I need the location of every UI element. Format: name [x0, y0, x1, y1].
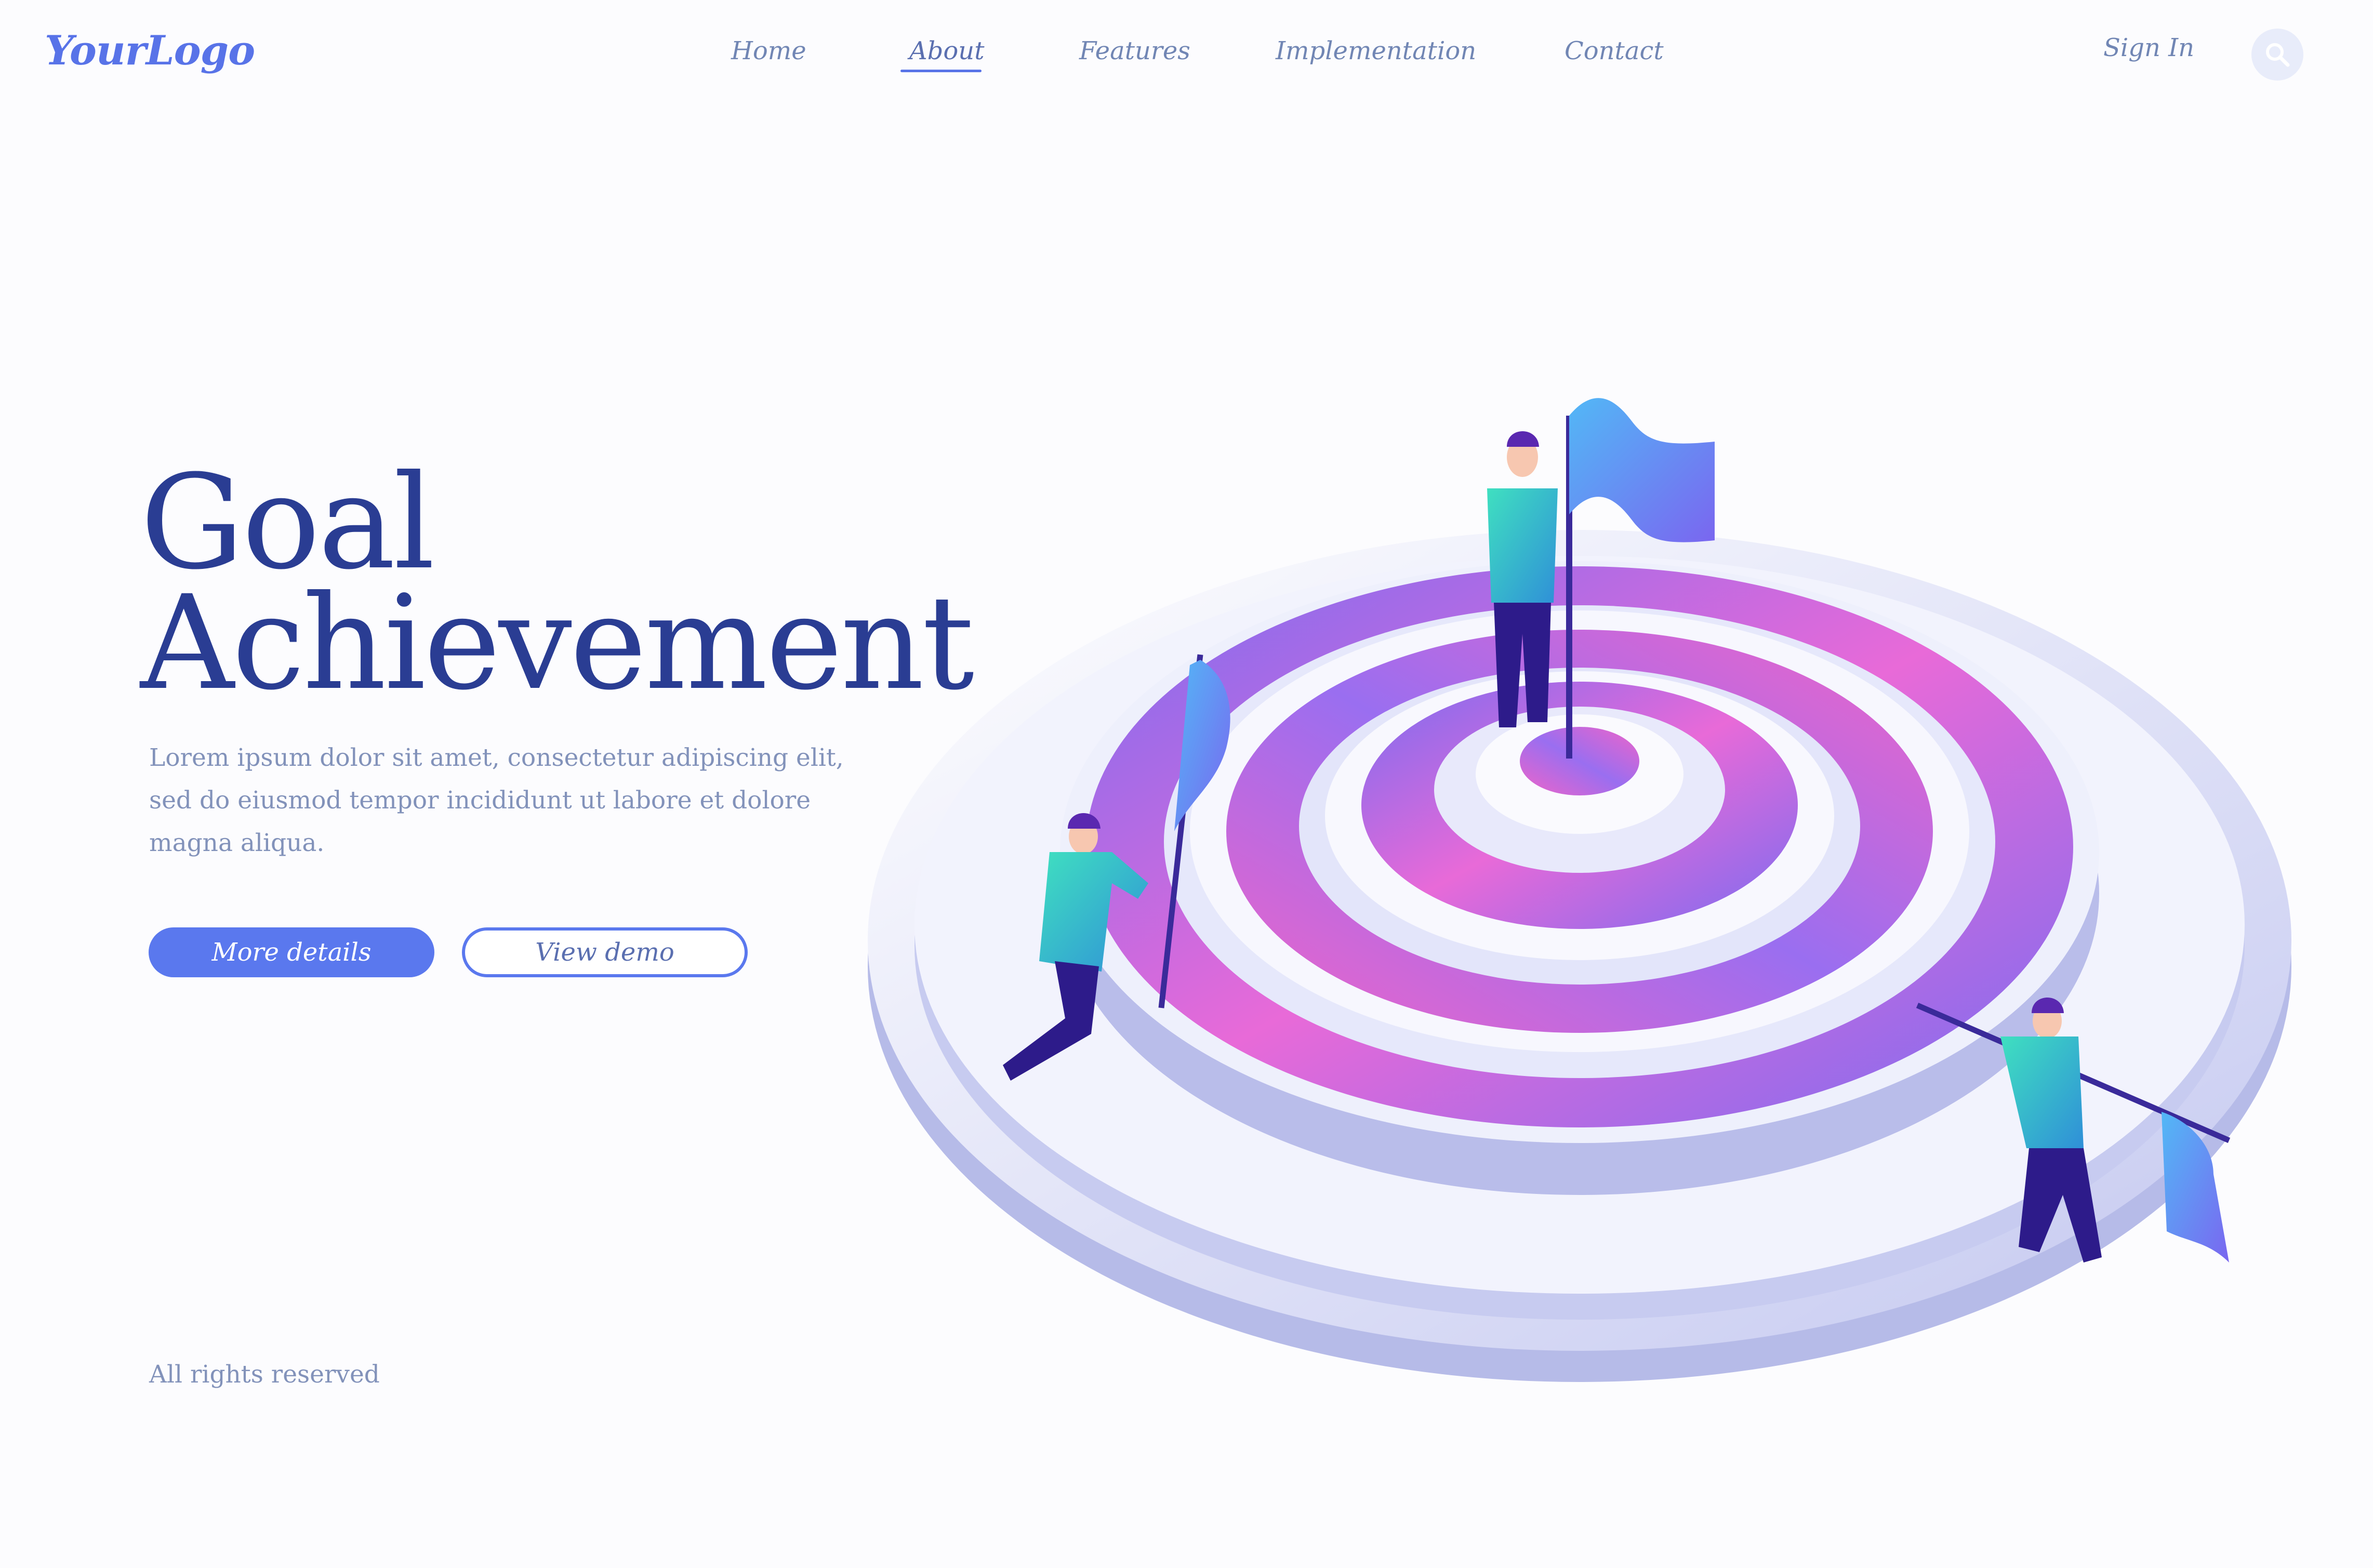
search-icon	[2266, 43, 2290, 67]
footer-copyright: All rights reserved	[149, 1360, 380, 1389]
search-button[interactable]	[2251, 29, 2303, 81]
hero-description-line-1: Lorem ipsum dolor sit amet, consectetur …	[149, 743, 844, 772]
target-rings	[1086, 566, 2073, 1127]
nav-features[interactable]: Features	[1079, 36, 1190, 65]
sign-in-link[interactable]: Sign In	[2103, 33, 2194, 62]
nav-implementation[interactable]: Implementation	[1276, 36, 1476, 65]
nav-about[interactable]: About	[909, 36, 985, 65]
nav-contact[interactable]: Contact	[1565, 36, 1664, 65]
active-nav-underline	[900, 70, 982, 72]
target-illustration	[868, 398, 2291, 1382]
more-details-button[interactable]: More details	[149, 927, 434, 977]
hero-description-line-2: sed do eiusmod tempor incididunt ut labo…	[149, 786, 811, 815]
view-demo-button[interactable]: View demo	[462, 927, 748, 977]
hero-description-line-3: magna aliqua.	[149, 829, 325, 857]
hero-description: Lorem ipsum dolor sit amet, consectetur …	[149, 737, 845, 865]
main-nav: Home About Features Implementation Conta…	[0, 36, 2373, 78]
nav-home[interactable]: Home	[731, 36, 806, 65]
